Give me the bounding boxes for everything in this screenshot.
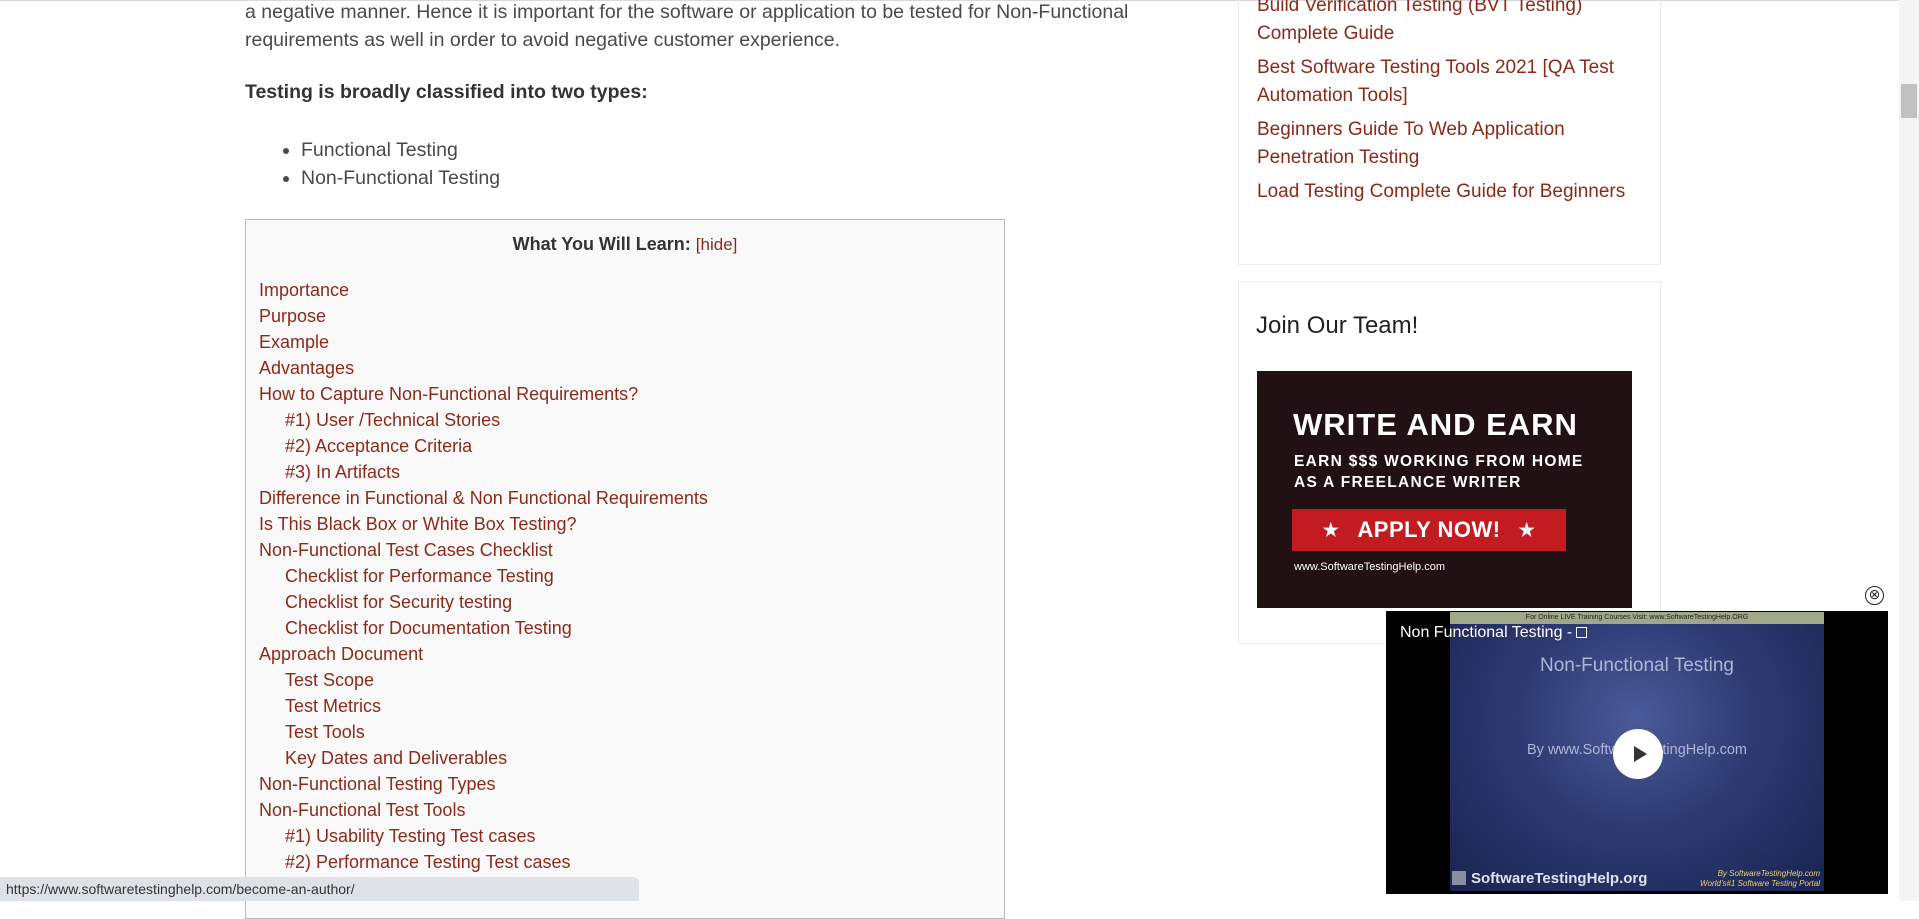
toc-item[interactable]: #1) Usability Testing Test cases xyxy=(259,823,708,849)
toc-list: Importance Purpose Example Advantages How to… xyxy=(259,277,708,875)
video-top-strip: For Online LIVE Training Courses Visit: … xyxy=(1450,612,1824,624)
video-player[interactable]: For Online LIVE Training Courses Visit: … xyxy=(1386,611,1888,894)
related-posts-list: Build Verification Testing (BVT Testing)… xyxy=(1257,0,1652,212)
toc-item[interactable]: Test Tools xyxy=(259,719,708,745)
cube-logo-icon xyxy=(1452,871,1466,885)
toc-item[interactable]: Is This Black Box or White Box Testing? xyxy=(259,511,708,537)
toc-item[interactable]: Key Dates and Deliverables xyxy=(259,745,708,771)
video-byline-1: By SoftwareTestingHelp.com xyxy=(1717,869,1820,878)
toc-item[interactable]: Difference in Functional & Non Functiona… xyxy=(259,485,708,511)
toc-item[interactable]: #3) In Artifacts xyxy=(259,459,708,485)
video-title-text: Non Functional Testing - xyxy=(1400,624,1573,641)
toc-title: What You Will Learn: xyxy=(512,234,691,254)
banner-line-2: AS A FREELANCE WRITER xyxy=(1294,474,1522,491)
toc-item[interactable]: Example xyxy=(259,329,708,355)
star-icon: ★ xyxy=(1518,519,1536,540)
toc-item[interactable]: Purpose xyxy=(259,303,708,329)
close-video-icon[interactable]: ⊗ xyxy=(1865,586,1884,605)
toc-item[interactable]: Non-Functional Test Tools xyxy=(259,797,708,823)
video-title[interactable]: Non Functional Testing - xyxy=(1400,624,1588,642)
video-brand: SoftwareTestingHelp.org xyxy=(1452,870,1647,887)
sidebar-link[interactable]: Load Testing Complete Guide for Beginner… xyxy=(1257,178,1652,206)
toc-item[interactable]: Test Metrics xyxy=(259,693,708,719)
video-slide-title: Non-Functional Testing xyxy=(1540,655,1734,676)
related-posts-widget: Build Verification Testing (BVT Testing)… xyxy=(1238,0,1661,265)
sidebar-link[interactable]: Best Software Testing Tools 2021 [QA Tes… xyxy=(1257,54,1652,110)
toc-hide-link[interactable]: [hide] xyxy=(696,235,738,254)
play-icon xyxy=(1633,746,1647,762)
toc-item[interactable]: How to Capture Non-Functional Requiremen… xyxy=(259,381,708,407)
classification-heading: Testing is broadly classified into two t… xyxy=(245,81,648,103)
toc-item[interactable]: #2) Performance Testing Test cases xyxy=(259,849,708,875)
toc-item[interactable]: Checklist for Documentation Testing xyxy=(259,615,708,641)
video-byline: By SoftwareTestingHelp.com World's#1 Sof… xyxy=(1686,869,1820,889)
toc-item[interactable]: #2) Acceptance Criteria xyxy=(259,433,708,459)
toc-item[interactable]: Advantages xyxy=(259,355,708,381)
testing-types-list: Functional Testing Non-Functional Testin… xyxy=(281,136,500,192)
table-of-contents: What You Will Learn: [hide] Importance Pu… xyxy=(245,219,1005,919)
toc-item[interactable]: Test Scope xyxy=(259,667,708,693)
toc-item[interactable]: Checklist for Performance Testing xyxy=(259,563,708,589)
star-icon: ★ xyxy=(1322,519,1340,540)
join-team-title: Join Our Team! xyxy=(1256,312,1419,339)
banner-url: www.SoftwareTestingHelp.com xyxy=(1294,561,1446,573)
video-brand-text: SoftwareTestingHelp.org xyxy=(1471,870,1648,887)
intro-paragraph: a negative manner. Hence it is important… xyxy=(245,1,1129,51)
toc-item[interactable]: Approach Document xyxy=(259,641,708,667)
sidebar-link[interactable]: Beginners Guide To Web Application Penet… xyxy=(1257,116,1652,172)
play-button[interactable] xyxy=(1613,729,1663,779)
sidebar-link[interactable]: Build Verification Testing (BVT Testing)… xyxy=(1257,0,1652,48)
banner-line-1: EARN $$$ WORKING FROM HOME xyxy=(1294,453,1584,470)
apply-now-button[interactable]: ★ APPLY NOW! ★ xyxy=(1292,509,1566,551)
scrollbar-thumb[interactable] xyxy=(1901,84,1917,118)
page-scrollbar[interactable] xyxy=(1899,0,1919,901)
toc-item[interactable]: Non-Functional Test Cases Checklist xyxy=(259,537,708,563)
apply-now-label: APPLY NOW! xyxy=(1357,517,1501,542)
write-and-earn-banner[interactable]: WRITE AND EARN EARN $$$ WORKING FROM HOM… xyxy=(1257,371,1632,608)
list-item: Functional Testing xyxy=(301,136,500,164)
video-byline-2: World's#1 Software Testing Portal xyxy=(1700,879,1820,888)
external-link-icon xyxy=(1576,627,1588,638)
banner-subtext: EARN $$$ WORKING FROM HOME AS A FREELANC… xyxy=(1294,451,1584,493)
list-item: Non-Functional Testing xyxy=(301,164,500,192)
toc-item[interactable]: Non-Functional Testing Types xyxy=(259,771,708,797)
link-status-bar: https://www.softwaretestinghelp.com/beco… xyxy=(0,877,639,901)
toc-item[interactable]: Importance xyxy=(259,277,708,303)
toc-item[interactable]: #1) User /Technical Stories xyxy=(259,407,708,433)
banner-headline: WRITE AND EARN xyxy=(1293,407,1578,442)
toc-header: What You Will Learn: [hide] xyxy=(246,234,1004,255)
toc-item[interactable]: Checklist for Security testing xyxy=(259,589,708,615)
